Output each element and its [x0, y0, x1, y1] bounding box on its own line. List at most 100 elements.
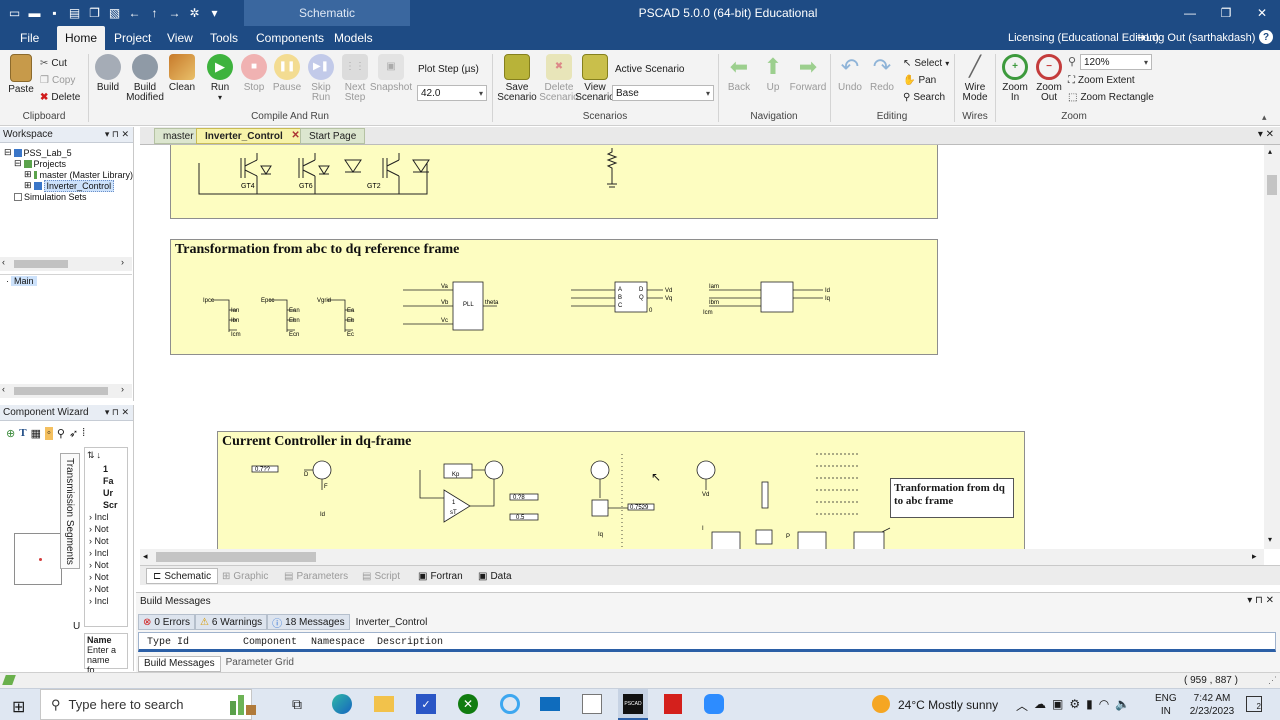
save-scenario-button[interactable]: Save Scenario	[496, 54, 538, 103]
tab-inverter-control[interactable]: Inverter_Control ✕	[196, 128, 306, 144]
task-view-icon[interactable]: ⧉	[292, 696, 302, 713]
scroll-left-icon[interactable]: ◂	[143, 551, 148, 562]
column-namespace[interactable]: Namespace	[311, 637, 365, 648]
zoom-extent-button[interactable]: ⛶ Zoom Extent	[1068, 72, 1135, 88]
collapse-icon[interactable]: ⊟	[14, 158, 22, 169]
next-step-button[interactable]: ⋮⋮ Next Step	[340, 54, 370, 103]
search-button[interactable]: ⚲ Search	[903, 89, 945, 105]
plant-widget-icon[interactable]	[230, 693, 276, 715]
scroll-left-icon[interactable]: ‹	[2, 384, 5, 394]
zoom-in-button[interactable]: + Zoom In	[1000, 54, 1030, 103]
column-component[interactable]: Component	[243, 637, 297, 648]
cloud-icon[interactable]: ☁	[1034, 697, 1046, 714]
acrobat-icon[interactable]	[664, 694, 682, 714]
notification-center-icon[interactable]: 2	[1246, 696, 1262, 712]
help-icon[interactable]: ?	[1259, 30, 1273, 44]
zoom-icon[interactable]: ⚲	[57, 427, 65, 440]
tab-fortran[interactable]: ▣ Fortran	[418, 568, 463, 584]
wifi-icon[interactable]: ◠	[1099, 697, 1109, 714]
tab-script[interactable]: ▤ Script	[362, 568, 400, 584]
collapse-icon[interactable]: ⊟	[4, 147, 12, 158]
list-item[interactable]: › Not	[89, 583, 127, 595]
run-dropdown-icon[interactable]: ▾	[218, 93, 222, 103]
snapshot-button[interactable]: ▣ Snapshot	[370, 54, 412, 93]
column-description[interactable]: Description	[377, 637, 443, 648]
transmission-segments-tab[interactable]: Transmission Segments	[60, 453, 80, 569]
snipping-tool-icon[interactable]	[582, 694, 602, 714]
tab-list-icon[interactable]: ▾ ✕	[1258, 129, 1274, 140]
select-button[interactable]: ↖ Select ▾	[903, 55, 949, 71]
weather-text[interactable]: 24°C Mostly sunny	[898, 698, 998, 712]
tree-item-projects[interactable]: ⊟ Projects	[4, 158, 133, 169]
zoom-out-button[interactable]: − Zoom Out	[1034, 54, 1064, 103]
tree-item-master[interactable]: ⊞ master (Master Library)	[4, 169, 133, 180]
camera-icon[interactable]: ▣	[1052, 697, 1063, 714]
pointer-icon[interactable]: ➶	[69, 427, 78, 440]
menu-home[interactable]: Home	[57, 26, 106, 50]
tab-build-messages[interactable]: Build Messages	[138, 656, 221, 672]
edge-legacy-icon[interactable]	[500, 694, 520, 714]
sort-icon[interactable]: ⇅	[87, 450, 95, 461]
delete-button[interactable]: ✖ Delete	[40, 89, 80, 105]
scroll-right-icon[interactable]: ›	[121, 384, 124, 394]
collapse-ribbon-icon[interactable]: ▴	[1262, 112, 1267, 123]
tree-item-main[interactable]: · Main	[0, 275, 132, 286]
zoom-app-icon[interactable]	[704, 694, 724, 714]
scroll-right-icon[interactable]: ›	[121, 257, 124, 267]
clean-button[interactable]: Clean	[168, 54, 196, 93]
zoom-rectangle-button[interactable]: ⬚ Zoom Rectangle	[1068, 89, 1154, 105]
cut-button[interactable]: ✂ Cut	[40, 55, 67, 71]
delete-scenario-button[interactable]: ✖ Delete Scenario	[539, 54, 579, 103]
copy-button[interactable]: ❐ Copy	[40, 72, 75, 88]
expand-icon[interactable]: ⊞	[24, 169, 32, 180]
schematic-canvas[interactable]: GT4 GT6 GT2 Transformation from abc to d…	[140, 145, 1264, 549]
workspace-hscroll[interactable]: ‹ ›	[0, 257, 132, 271]
text-icon[interactable]: T	[19, 427, 26, 440]
tab-start-page[interactable]: Start Page	[300, 128, 366, 144]
canvas-vscroll[interactable]: ▴ ▾	[1264, 145, 1280, 549]
run-button[interactable]: ▶ Run ▾	[204, 54, 236, 103]
workspace-hscroll-2[interactable]: ‹ ›	[0, 384, 132, 398]
node-icon[interactable]: ◦	[44, 427, 53, 440]
tree-item-simulation-sets[interactable]: Simulation Sets	[4, 191, 133, 202]
tab-close-icon[interactable]: ✕	[291, 130, 299, 141]
list-item[interactable]: › Not	[89, 559, 127, 571]
list-item[interactable]: › Incl	[89, 595, 127, 607]
tab-schematic[interactable]: ⊏ Schematic	[146, 568, 219, 584]
panel-dropdown-icon[interactable]: ▾ ⊓ ✕	[105, 407, 129, 418]
list-item[interactable]: › Incl	[89, 511, 127, 523]
add-icon[interactable]: ⊕	[6, 427, 15, 440]
list-item[interactable]: › Not	[89, 535, 127, 547]
scroll-right-icon[interactable]: ▸	[1252, 551, 1257, 562]
zoom-level-combo[interactable]: 120%	[1080, 54, 1152, 70]
xbox-icon[interactable]: ✕	[458, 694, 478, 714]
menu-project[interactable]: Project	[106, 26, 159, 50]
build-modified-button[interactable]: Build Modified	[124, 54, 166, 103]
tree-item-workspace[interactable]: ⊟ PSS_Lab_5	[4, 147, 133, 158]
forward-button[interactable]: ➡ Forward	[788, 54, 828, 93]
messages-filter[interactable]: ⓘ 18 Messages	[267, 614, 350, 630]
menu-tools[interactable]: Tools	[202, 26, 246, 50]
build-button[interactable]: Build	[94, 54, 122, 93]
current-controller-module[interactable]: Current Controller in dq-frame 0.7?? 0.?…	[217, 431, 1025, 549]
taskbar-search-box[interactable]: ⚲ Type here to search	[40, 689, 252, 720]
paste-button[interactable]: Paste	[6, 54, 36, 95]
wire-mode-button[interactable]: ╱ Wire Mode	[958, 54, 992, 103]
abc-dq-transformation-module[interactable]: Transformation from abc to dq reference …	[170, 239, 938, 355]
menu-file[interactable]: File	[12, 26, 47, 50]
scroll-thumb[interactable]	[14, 387, 108, 395]
speaker-icon[interactable]: 🔈	[1115, 697, 1130, 714]
tab-parameters[interactable]: ▤ Parameters	[284, 568, 348, 584]
inverter-module[interactable]: GT4 GT6 GT2	[170, 145, 938, 219]
view-scenario-button[interactable]: View Scenario	[575, 54, 615, 103]
tab-parameter-grid[interactable]: Parameter Grid	[221, 656, 299, 672]
panel-controls-icon[interactable]: ▾ ⊓ ✕	[1247, 595, 1274, 606]
pause-button[interactable]: ❚❚ Pause	[272, 54, 302, 93]
back-button[interactable]: ⬅ Back	[724, 54, 754, 93]
project-filter[interactable]: Inverter_Control	[350, 614, 434, 630]
tab-data[interactable]: ▣ Data	[478, 568, 512, 584]
language-indicator[interactable]: ENG IN	[1155, 692, 1177, 718]
grid-icon[interactable]: ▦	[31, 427, 41, 440]
plot-step-combo[interactable]: 42.0	[417, 85, 487, 101]
scroll-thumb[interactable]	[156, 552, 316, 562]
